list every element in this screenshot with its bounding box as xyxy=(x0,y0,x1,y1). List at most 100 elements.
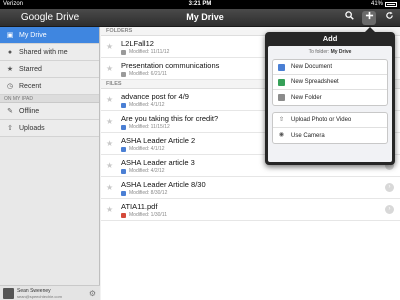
document-icon xyxy=(121,168,126,174)
item-modified: Modified: 8/30/12 xyxy=(129,190,168,196)
clock-icon: ◷ xyxy=(6,83,14,90)
sidebar-item-label: Starred xyxy=(19,65,42,73)
item-modified: Modified: 6/21/11 xyxy=(129,71,167,77)
menu-item-label: Use Camera xyxy=(291,132,325,139)
star-icon[interactable]: ★ xyxy=(106,95,113,104)
item-meta: Modified: 1/30/11 xyxy=(121,212,167,218)
new-spreadsheet-button[interactable]: New Spreadsheet xyxy=(273,75,387,90)
pin-icon: ✎ xyxy=(7,108,13,115)
folder-icon xyxy=(121,71,126,77)
item-meta: Modified: 4/1/12 xyxy=(121,102,165,108)
item-modified: Modified: 4/1/12 xyxy=(129,146,165,152)
sidebar-item-label: Recent xyxy=(19,82,42,90)
item-name: Are you taking this for credit? xyxy=(121,114,219,123)
people-icon: ● xyxy=(7,48,13,56)
menu-item-label: New Folder xyxy=(291,94,322,101)
popover-title: Add xyxy=(322,34,338,43)
upload-options: ⇧ Upload Photo or Video ◉ Use Camera xyxy=(272,112,388,144)
use-camera-button[interactable]: ◉ Use Camera xyxy=(273,128,387,143)
avatar xyxy=(3,288,14,299)
new-document-button[interactable]: New Document xyxy=(273,60,387,75)
item-meta: Modified: 4/2/12 xyxy=(121,168,165,174)
star-icon[interactable]: ★ xyxy=(106,42,113,51)
sidebar: ▣ My Drive ● Shared with me ★ Starred ◷ … xyxy=(0,27,100,300)
new-folder-button[interactable]: New Folder xyxy=(273,90,387,105)
battery-percent: 41% xyxy=(370,1,383,7)
document-icon xyxy=(278,63,285,71)
app-title: Google Drive xyxy=(0,12,100,23)
item-name: ATIA11.pdf xyxy=(121,202,158,211)
document-icon xyxy=(121,190,126,196)
sidebar-item-recent[interactable]: ◷ Recent xyxy=(0,78,99,95)
star-icon[interactable]: ★ xyxy=(106,183,113,192)
item-name: ASHA Leader Article 2 xyxy=(121,136,196,145)
sidebar-item-starred[interactable]: ★ Starred xyxy=(0,61,99,78)
item-name: L2LFall12 xyxy=(121,39,154,48)
star-icon[interactable]: ★ xyxy=(106,139,113,148)
battery-indicator: 41% xyxy=(371,1,397,7)
item-meta: Modified: 4/1/12 xyxy=(121,146,165,152)
user-email: sean@speechtechie.com xyxy=(17,294,62,299)
item-modified: Modified: 1/30/11 xyxy=(129,212,167,218)
destination-folder-label: To folder: My Drive xyxy=(268,46,392,59)
item-meta: Modified: 11/15/12 xyxy=(121,124,170,130)
refresh-icon[interactable] xyxy=(382,11,396,25)
clock: 3:21 PM xyxy=(188,1,212,7)
menu-item-label: Upload Photo or Video xyxy=(291,117,352,123)
item-modified: Modified: 4/2/12 xyxy=(129,168,165,174)
item-meta: Modified: 6/21/11 xyxy=(121,71,167,77)
sidebar-item-label: My Drive xyxy=(19,31,47,39)
list-item[interactable]: ★ ATIA11.pdf Modified: 1/30/11 › xyxy=(101,199,400,221)
document-icon xyxy=(121,146,126,152)
page-title: My Drive xyxy=(186,12,224,22)
add-icon[interactable] xyxy=(362,11,376,25)
status-bar: Verizon 3:21 PM 41% xyxy=(0,0,400,9)
sidebar-item-label: Shared with me xyxy=(19,48,68,56)
star-icon[interactable]: ★ xyxy=(106,64,113,73)
item-modified: Modified: 11/11/12 xyxy=(129,49,170,55)
item-name: ASHA Leader Article 8/30 xyxy=(121,180,206,189)
chevron-right-icon[interactable]: › xyxy=(385,183,394,192)
app-title-drive: Drive xyxy=(55,12,80,23)
to-folder-name: My Drive xyxy=(330,49,352,55)
item-name: advance post for 4/9 xyxy=(121,92,189,101)
camera-icon: ◉ xyxy=(278,132,285,138)
item-meta: Modified: 8/30/12 xyxy=(121,190,167,196)
star-icon[interactable]: ★ xyxy=(106,161,113,170)
document-icon xyxy=(121,124,126,130)
account-footer: Sean Sweeney sean@speechtechie.com ⚙ xyxy=(0,285,100,300)
header-actions xyxy=(342,11,396,25)
item-name: ASHA Leader article 3 xyxy=(121,158,195,167)
list-item[interactable]: ★ ASHA Leader Article 8/30 Modified: 8/3… xyxy=(101,177,400,199)
gear-icon[interactable]: ⚙ xyxy=(89,289,96,298)
item-modified: Modified: 11/15/12 xyxy=(129,124,170,130)
item-meta: Modified: 11/11/12 xyxy=(121,49,169,55)
sidebar-item-my-drive[interactable]: ▣ My Drive xyxy=(0,27,99,44)
search-icon[interactable] xyxy=(342,11,356,25)
spreadsheet-icon xyxy=(278,78,285,86)
chevron-right-icon[interactable]: › xyxy=(385,205,394,214)
battery-icon xyxy=(385,1,397,7)
add-popover: Add To folder: My Drive New Document New… xyxy=(265,27,395,165)
drive-icon: ▣ xyxy=(6,32,14,39)
create-options: New Document New Spreadsheet New Folder xyxy=(272,59,388,106)
item-modified: Modified: 4/1/12 xyxy=(129,102,165,108)
menu-item-label: New Document xyxy=(291,64,333,70)
sidebar-item-label: Offline xyxy=(19,107,40,115)
pdf-icon xyxy=(121,212,126,218)
app-title-google: Google xyxy=(20,12,54,23)
sidebar-item-uploads[interactable]: ⇧ Uploads xyxy=(0,120,99,137)
popover-arrow xyxy=(365,27,375,32)
menu-item-label: New Spreadsheet xyxy=(291,79,339,85)
folder-icon xyxy=(121,49,126,55)
star-icon: ★ xyxy=(6,66,14,73)
upload-photo-video-button[interactable]: ⇧ Upload Photo or Video xyxy=(273,113,387,128)
sidebar-item-shared-with-me[interactable]: ● Shared with me xyxy=(0,44,99,61)
popover-body: To folder: My Drive New Document New Spr… xyxy=(268,46,392,162)
star-icon[interactable]: ★ xyxy=(106,205,113,214)
sidebar-item-offline[interactable]: ✎ Offline xyxy=(0,103,99,120)
sidebar-section-on-my-ipad: ON MY IPAD xyxy=(0,95,99,103)
star-icon[interactable]: ★ xyxy=(106,117,113,126)
document-icon xyxy=(121,102,126,108)
upload-icon: ⇧ xyxy=(278,116,285,123)
